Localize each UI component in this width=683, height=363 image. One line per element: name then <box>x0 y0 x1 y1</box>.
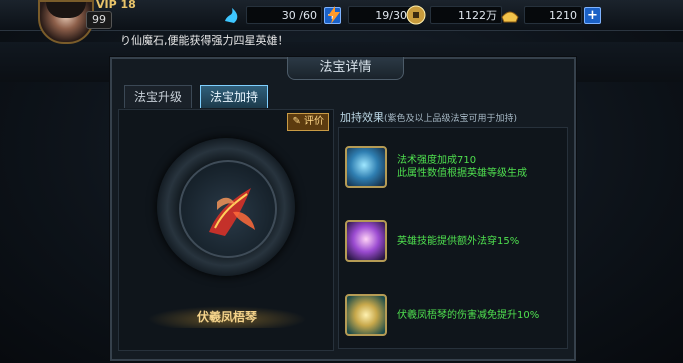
effects-title: 加持效果 <box>340 111 384 124</box>
effect-row: 法术强度加成710 此属性数值根据英雄等级生成 <box>345 142 561 192</box>
effect-line: 此属性数值根据英雄等级生成 <box>397 168 527 179</box>
gold-ingot-icon <box>501 11 519 23</box>
artifact-frame <box>157 138 295 276</box>
empower-effects: 加持效果(紫色及以上品级法宝可用于加持) 法术强度加成710 此属性数值根据英雄… <box>338 109 568 349</box>
panel-title: 法宝详情 <box>287 57 404 80</box>
tab-artifact-empower[interactable]: 法宝加持 <box>200 85 268 108</box>
artifact-detail-panel: 法宝详情 法宝升级 法宝加持 ✎ 评价 伏羲凤梧琴 加持效果(紫色及以上品级法宝… <box>110 57 576 361</box>
review-button[interactable]: ✎ 评价 <box>287 113 329 131</box>
coins-resource: 1122万 <box>406 5 502 25</box>
stamina-value: 30 /60 <box>246 6 322 24</box>
effect-text: 英雄技能提供额外法穿15% <box>397 235 519 248</box>
effect-row: 伏羲凤梧琴的伤害减免提升10% <box>345 290 561 340</box>
effects-note: (紫色及以上品级法宝可用于加持) <box>384 114 518 124</box>
effect-line: 英雄技能提供额外法穿15% <box>397 235 520 247</box>
review-label: 评价 <box>304 116 324 127</box>
phoenix-zither-icon <box>209 188 255 236</box>
blue-gem-icon[interactable] <box>345 146 387 188</box>
effect-row: 英雄技能提供额外法穿15% <box>345 216 561 266</box>
artifact-name: 伏羲凤梧琴 <box>147 306 307 328</box>
effect-text: 法术强度加成710 此属性数值根据英雄等级生成 <box>397 154 527 180</box>
stamina-icon <box>225 8 238 23</box>
effects-header: 加持效果(紫色及以上品级法宝可用于加持) <box>340 109 568 125</box>
tab-artifact-upgrade[interactable]: 法宝升级 <box>124 85 192 108</box>
golden-sword-icon[interactable] <box>345 294 387 336</box>
energy-value: 19/30 <box>348 6 412 24</box>
effect-text: 伏羲凤梧琴的伤害减免提升10% <box>397 309 539 322</box>
lightning-icon <box>328 6 340 24</box>
scrolling-announcement: り仙魔石,便能获得强力四星英雄！ <box>120 34 289 47</box>
ingots-plus-button[interactable]: + <box>584 6 601 24</box>
coin-icon <box>406 5 426 25</box>
effects-list: 法术强度加成710 此属性数值根据英雄等级生成 英雄技能提供额外法穿15% 伏羲… <box>338 127 568 349</box>
ingots-resource: 1210 + <box>500 6 601 24</box>
effect-line: 伏羲凤梧琴的伤害减免提升10% <box>397 309 540 321</box>
artifact-display: ✎ 评价 伏羲凤梧琴 <box>118 109 334 351</box>
energy-resource: 19/30 <box>324 6 412 24</box>
player-level: 99 <box>86 11 112 29</box>
effect-line: 法术强度加成710 <box>397 155 477 166</box>
vip-badge: VIP 18 <box>96 0 136 11</box>
purple-robe-icon[interactable] <box>345 220 387 262</box>
ingots-value: 1210 <box>524 6 582 24</box>
tab-bar: 法宝升级 法宝加持 <box>124 85 268 108</box>
coins-value: 1122万 <box>430 6 502 24</box>
